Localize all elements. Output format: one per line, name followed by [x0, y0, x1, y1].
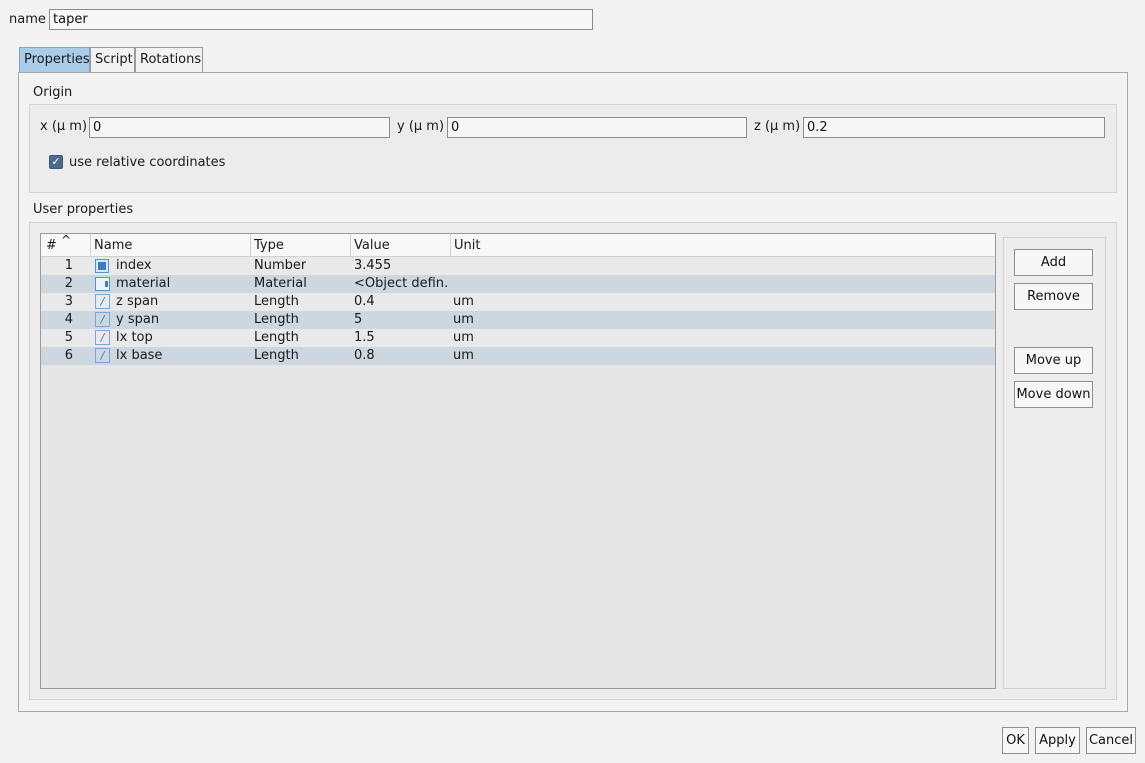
- table-header: # ^ Name Type Value Unit: [41, 234, 995, 257]
- material-icon: [95, 277, 110, 291]
- move-up-button[interactable]: Move up: [1014, 347, 1093, 374]
- user-properties-table[interactable]: # ^ Name Type Value Unit 1 index Number …: [40, 233, 996, 689]
- number-icon: [95, 259, 109, 273]
- table-row[interactable]: 2 material Material <Object defin…: [41, 275, 995, 293]
- table-row[interactable]: 3 / z span Length 0.4 um: [41, 293, 995, 311]
- tab-script[interactable]: Script: [90, 47, 135, 73]
- move-down-button[interactable]: Move down: [1014, 381, 1093, 408]
- column-header-value[interactable]: Value: [351, 234, 451, 257]
- length-icon: /: [95, 312, 110, 327]
- apply-button[interactable]: Apply: [1035, 727, 1080, 754]
- column-header-unit[interactable]: Unit: [451, 234, 995, 257]
- column-header-name[interactable]: Name: [91, 234, 251, 257]
- column-header-number[interactable]: # ^: [41, 234, 91, 257]
- cancel-button[interactable]: Cancel: [1086, 727, 1136, 754]
- column-header-type[interactable]: Type: [251, 234, 351, 257]
- sort-ascending-icon: ^: [61, 233, 72, 247]
- ok-button[interactable]: OK: [1002, 727, 1029, 754]
- add-button[interactable]: Add: [1014, 249, 1093, 276]
- x-input[interactable]: [89, 117, 390, 138]
- relative-coordinates-checkbox[interactable]: ✓: [49, 155, 63, 169]
- x-label: x (μ m): [40, 119, 88, 134]
- table-row[interactable]: 4 / y span Length 5 um: [41, 311, 995, 329]
- user-properties-title: User properties: [33, 202, 134, 217]
- y-input[interactable]: [447, 117, 747, 138]
- y-label: y (μ m): [397, 119, 445, 134]
- tab-rotations[interactable]: Rotations: [135, 47, 203, 73]
- table-row[interactable]: 1 index Number 3.455: [41, 257, 995, 275]
- relative-coordinates-label: use relative coordinates: [69, 155, 226, 170]
- length-icon: /: [95, 294, 110, 309]
- origin-title: Origin: [33, 85, 73, 100]
- length-icon: /: [95, 330, 110, 345]
- tab-properties[interactable]: Properties: [19, 47, 90, 73]
- z-input[interactable]: [803, 117, 1105, 138]
- remove-button[interactable]: Remove: [1014, 283, 1093, 310]
- z-label: z (μ m): [754, 119, 801, 134]
- table-row[interactable]: 6 / lx base Length 0.8 um: [41, 347, 995, 365]
- name-label: name: [9, 12, 46, 27]
- name-input[interactable]: [49, 9, 593, 30]
- table-row[interactable]: 5 / lx top Length 1.5 um: [41, 329, 995, 347]
- length-icon: /: [95, 348, 110, 363]
